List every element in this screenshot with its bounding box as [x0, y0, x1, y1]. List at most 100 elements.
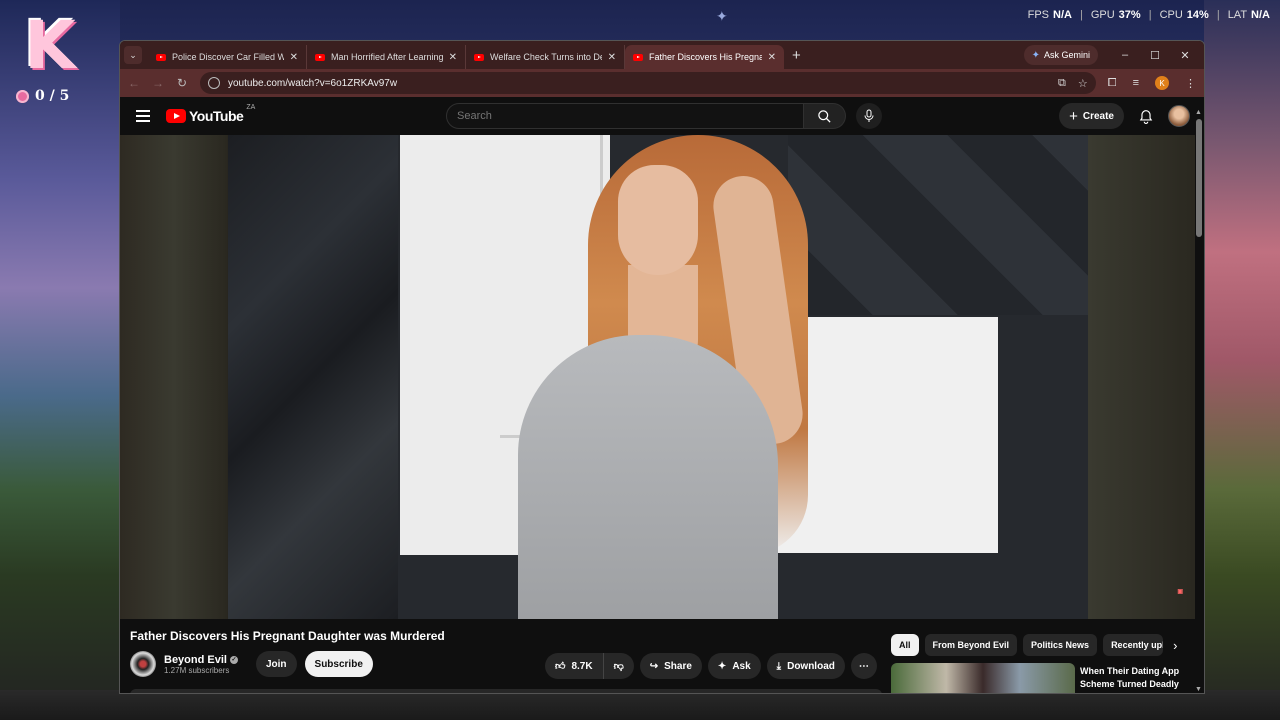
dislike-button[interactable]: 👎︎ — [603, 653, 634, 679]
close-icon[interactable]: ✕ — [608, 52, 616, 63]
scroll-up-icon[interactable]: ▲ — [1195, 109, 1202, 116]
stats-divider: | — [1148, 9, 1152, 21]
video-scene-wall-dark — [228, 135, 398, 619]
channel-avatar[interactable] — [130, 651, 156, 677]
forward-arrow-icon[interactable]: → — [152, 76, 164, 90]
extensions-puzzle-icon[interactable]: ⧠ — [1108, 77, 1117, 90]
video-player[interactable]: ▣ — [120, 135, 1195, 619]
desktop-background-right — [1204, 0, 1280, 720]
share-label: Share — [664, 660, 692, 672]
desktop-background-left — [0, 0, 120, 720]
header-actions: + Create — [1059, 103, 1190, 129]
close-icon[interactable]: ✕ — [449, 52, 457, 63]
sparkle-icon: ✦ — [716, 8, 728, 24]
page-scrollbar[interactable]: ▲ ▼ — [1195, 109, 1202, 693]
description-box[interactable] — [130, 689, 882, 693]
window-controls: – ☐ ✕ — [1110, 49, 1200, 62]
browser-tab[interactable]: Police Discover Car Filled With ✕ — [148, 45, 307, 69]
fps-value: N/A — [1053, 9, 1072, 21]
create-button[interactable]: + Create — [1059, 103, 1124, 129]
voice-search-button[interactable] — [856, 103, 882, 129]
plus-icon: + — [1069, 107, 1078, 125]
ask-label: Ask — [732, 660, 751, 672]
notifications-bell-icon[interactable] — [1138, 108, 1154, 124]
search-icon — [818, 109, 831, 123]
more-actions-button[interactable]: ⋯ — [850, 653, 877, 679]
verified-badge-icon: ✓ — [229, 655, 238, 664]
chip-all[interactable]: All — [891, 634, 919, 656]
profile-avatar[interactable]: K — [1155, 76, 1169, 90]
ask-gemini-button[interactable]: ✦ Ask Gemini — [1023, 45, 1098, 65]
share-arrow-icon: ↪ — [649, 660, 659, 672]
youtube-logo[interactable]: YouTube ZA — [166, 104, 255, 124]
cast-icon[interactable]: ⧉ — [1058, 77, 1066, 90]
channel-name-row: Beyond Evil ✓ — [164, 654, 238, 666]
scroll-down-icon[interactable]: ▼ — [1195, 686, 1202, 693]
url-field[interactable]: youtube.com/watch?v=6o1ZRKAv97w ⧉ ☆ — [200, 72, 1096, 94]
like-dislike-group: 👍︎ 8.7K 👎︎ — [545, 653, 634, 679]
recommendation-thumbnail[interactable] — [891, 663, 1075, 693]
channel-name[interactable]: Beyond Evil — [164, 654, 227, 666]
browser-tab[interactable]: Man Horrified After Learning G ✕ — [307, 45, 466, 69]
sparkle-icon: ✦ — [717, 660, 727, 672]
close-window-icon[interactable]: ✕ — [1170, 49, 1200, 62]
reload-icon[interactable]: ↻ — [176, 76, 188, 90]
recommendation-title[interactable]: When Their Dating App Scheme Turned Dead… — [1080, 665, 1190, 691]
score-text: 0 / 5 — [35, 88, 70, 104]
tab-title: Welfare Check Turns into Dead — [490, 52, 602, 62]
close-icon[interactable]: ✕ — [768, 52, 776, 63]
ask-button[interactable]: ✦ Ask — [707, 653, 761, 679]
video-title: Father Discovers His Pregnant Daughter w… — [130, 629, 445, 643]
channel-meta: Beyond Evil ✓ 1.27M subscribers — [164, 654, 238, 675]
tab-search-button[interactable]: ⌄ — [124, 46, 142, 64]
gpu-label: GPU — [1090, 9, 1115, 21]
like-button[interactable]: 👍︎ 8.7K — [545, 653, 604, 679]
browser-tab-active[interactable]: Father Discovers His Pregnant D ✕ — [625, 45, 784, 69]
video-subject-face — [618, 165, 698, 275]
video-frame[interactable] — [228, 135, 1088, 619]
share-button[interactable]: ↪ Share — [639, 653, 702, 679]
back-arrow-icon[interactable]: ← — [128, 76, 140, 90]
stats-divider: | — [1079, 9, 1083, 21]
site-info-icon[interactable] — [208, 77, 220, 89]
new-tab-button[interactable]: + — [792, 47, 801, 64]
lat-value: N/A — [1251, 9, 1270, 21]
user-avatar[interactable] — [1168, 105, 1190, 127]
search-button[interactable] — [804, 103, 846, 129]
chevron-right-icon[interactable]: › — [1173, 638, 1177, 653]
join-button[interactable]: Join — [255, 651, 297, 677]
recommendation-filter-chips: All From Beyond Evil Politics News Recen… — [891, 634, 1177, 656]
download-button[interactable]: ⤓ Download — [766, 653, 845, 679]
bookmark-star-icon[interactable]: ☆ — [1078, 77, 1088, 90]
media-controls-icon[interactable]: ≡ — [1133, 77, 1139, 89]
chevron-down-icon: ⌄ — [129, 49, 137, 60]
more-menu-icon[interactable]: ⋮ — [1185, 77, 1196, 90]
youtube-wordmark: YouTube — [189, 108, 244, 124]
tab-title: Police Discover Car Filled With — [172, 52, 284, 62]
subscribe-button[interactable]: Subscribe — [304, 651, 373, 677]
url-text[interactable]: youtube.com/watch?v=6o1ZRKAv97w — [228, 78, 397, 89]
channel-watermark-icon[interactable]: ▣ — [1177, 588, 1183, 595]
chip-politics-news[interactable]: Politics News — [1023, 634, 1098, 656]
more-horizontal-icon: ⋯ — [858, 660, 869, 672]
region-code: ZA — [246, 104, 256, 111]
youtube-play-icon — [166, 109, 186, 123]
chip-from-channel[interactable]: From Beyond Evil — [924, 634, 1018, 656]
like-count: 8.7K — [571, 660, 593, 672]
hamburger-menu-icon[interactable] — [136, 110, 150, 122]
browser-tab[interactable]: Welfare Check Turns into Dead ✕ — [466, 45, 625, 69]
close-icon[interactable]: ✕ — [290, 52, 298, 63]
video-subject — [518, 135, 878, 619]
tab-title: Father Discovers His Pregnant D — [649, 52, 762, 62]
url-actions: ⧉ ☆ — [1058, 77, 1088, 90]
fps-label: FPS — [1027, 9, 1050, 21]
gemini-sparkle-icon: ✦ — [1031, 49, 1040, 61]
ask-gemini-label: Ask Gemini — [1043, 50, 1090, 60]
minimize-icon[interactable]: – — [1110, 49, 1140, 62]
youtube-favicon-icon — [156, 53, 166, 61]
chip-recently-uploaded[interactable]: Recently uploaded — [1103, 634, 1164, 656]
search-input[interactable] — [446, 103, 804, 129]
maximize-icon[interactable]: ☐ — [1140, 49, 1170, 62]
scroll-thumb[interactable] — [1196, 119, 1202, 237]
desktop-background-bottom — [0, 690, 1280, 720]
